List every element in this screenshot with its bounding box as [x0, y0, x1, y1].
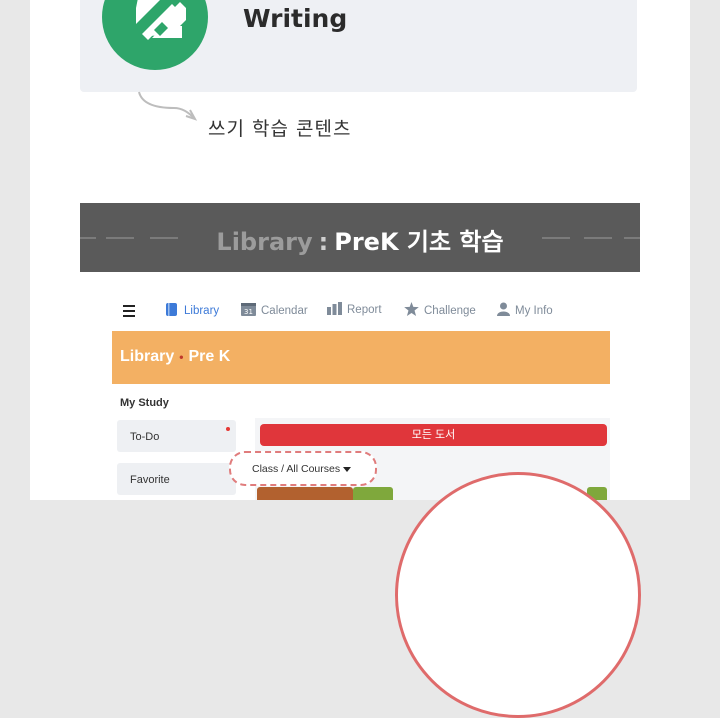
library-header: Library • Pre K: [112, 331, 610, 384]
nav-report[interactable]: Report: [327, 302, 382, 318]
person-icon: [497, 302, 510, 319]
sidebar-item-label: Favorite: [130, 474, 170, 486]
breadcrumb-separator-icon: •: [179, 350, 184, 364]
nav-report-label: Report: [347, 304, 382, 316]
star-icon: [404, 302, 419, 319]
sidebar-item-label: To-Do: [130, 431, 160, 443]
highlight-circle: [395, 472, 641, 718]
calendar-icon: 31: [241, 302, 256, 319]
nav-library-label: Library: [184, 305, 220, 317]
nav-challenge[interactable]: Challenge: [404, 302, 476, 319]
all-books-button[interactable]: 모든 도서: [260, 424, 607, 446]
sidebar-item-todo[interactable]: To-Do: [117, 420, 236, 452]
nav-my-info-label: My Info: [515, 304, 553, 317]
nav-my-info[interactable]: My Info: [497, 302, 553, 319]
feature-title: Writing: [243, 4, 348, 33]
sidebar-item-favorite[interactable]: Favorite: [117, 463, 236, 495]
page-body: Writing 쓰기 학습 콘텐츠 Library: PreK 기초 학습 Lib…: [30, 0, 690, 718]
feature-card: Writing: [80, 0, 637, 92]
section-banner: Library: PreK 기초 학습: [80, 203, 640, 272]
nav-calendar-label: Calendar: [261, 304, 308, 317]
app-screenshot: Library 31 Calendar Report Challenge My …: [112, 290, 641, 718]
course-select[interactable]: Class / All Courses: [229, 451, 377, 486]
nav-calendar[interactable]: 31 Calendar: [241, 302, 308, 319]
notification-dot-icon: [226, 427, 230, 431]
sidebar-title: My Study: [120, 397, 169, 409]
banner-separator: :: [318, 228, 329, 256]
book-tile[interactable]: [257, 487, 353, 500]
chevron-down-icon: [343, 467, 351, 472]
banner-main-title: PreK 기초 학습: [334, 228, 504, 256]
curved-arrow-icon: [138, 91, 198, 121]
calendar-icon-text: 31: [244, 308, 253, 316]
hamburger-icon[interactable]: [123, 305, 135, 320]
feature-caption: 쓰기 학습 콘텐츠: [208, 118, 352, 140]
bar-chart-icon: [327, 302, 342, 318]
library-header-sub: Pre K: [188, 348, 231, 365]
library-header-section: Library: [120, 348, 175, 365]
nav-library[interactable]: Library: [165, 302, 219, 320]
course-select-value: Class / All Courses: [252, 463, 341, 475]
nav-challenge-label: Challenge: [424, 304, 476, 317]
top-nav: Library 31 Calendar Report Challenge My …: [112, 290, 610, 330]
book-icon: [165, 302, 179, 320]
banner-title: Library: PreK 기초 학습: [80, 222, 640, 257]
library-header-title: Library • Pre K: [120, 348, 230, 366]
banner-prefix: Library: [216, 228, 313, 256]
book-tile[interactable]: [353, 487, 393, 500]
writing-logo-icon: [102, 0, 208, 70]
